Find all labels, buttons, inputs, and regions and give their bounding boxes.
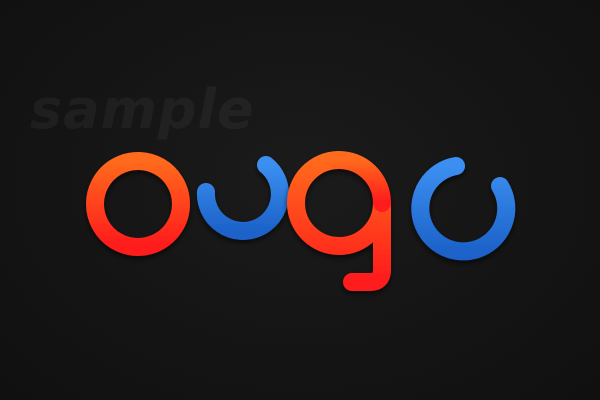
logo-letter-o-second [411,157,516,261]
logo-letter-o-first [196,156,289,240]
logo-letter-g [287,151,391,291]
logo-canvas: sample [0,0,600,400]
logo-letter-b [86,106,190,256]
bogo-logo [86,106,516,291]
